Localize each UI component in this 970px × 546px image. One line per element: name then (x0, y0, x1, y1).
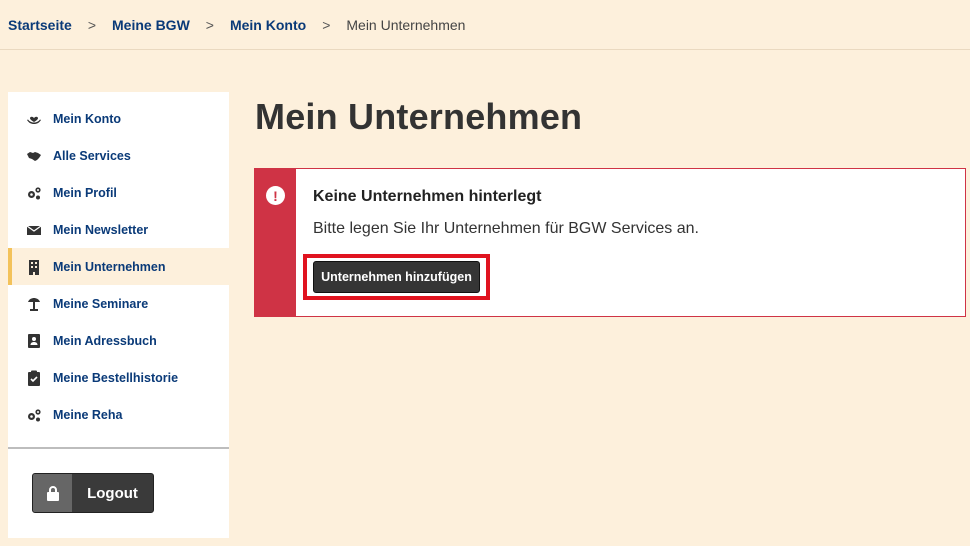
sidebar-item-label: Alle Services (53, 148, 131, 163)
breadcrumb-startseite[interactable]: Startseite (8, 17, 72, 33)
sidebar-item-mein-newsletter[interactable]: Mein Newsletter (8, 211, 229, 248)
add-company-button[interactable]: Unternehmen hinzufügen (313, 261, 480, 293)
breadcrumb-separator: > (205, 16, 214, 33)
breadcrumb-mein-konto[interactable]: Mein Konto (230, 17, 306, 33)
presentation-icon (25, 295, 43, 313)
envelope-icon (25, 221, 43, 239)
sidebar-item-mein-profil[interactable]: Mein Profil (8, 174, 229, 211)
sidebar-item-label: Mein Newsletter (53, 222, 149, 237)
sidebar-item-label: Mein Profil (53, 185, 117, 200)
sidebar-item-alle-services[interactable]: Alle Services (8, 137, 229, 174)
sidebar-item-mein-adressbuch[interactable]: Mein Adressbuch (8, 322, 229, 359)
logout-button[interactable]: Logout (32, 473, 154, 513)
breadcrumb-current: Mein Unternehmen (346, 16, 466, 33)
breadcrumb-separator: > (87, 16, 96, 33)
alert-body: Keine Unternehmen hinterlegt Bitte legen… (296, 169, 699, 316)
hand-heart-icon (25, 110, 43, 128)
sidebar-item-label: Mein Unternehmen (53, 259, 166, 274)
alert-text: Bitte legen Sie Ihr Unternehmen für BGW … (313, 220, 699, 237)
breadcrumb-separator: > (322, 16, 331, 33)
gears-icon (25, 406, 43, 424)
lock-icon (33, 474, 72, 512)
sidebar: Mein Konto Alle Services Mein Profil Mei… (8, 92, 229, 538)
sidebar-item-label: Mein Konto (53, 111, 122, 126)
address-book-icon (25, 332, 43, 350)
breadcrumb-meine-bgw[interactable]: Meine BGW (112, 17, 190, 33)
sidebar-divider (8, 447, 229, 449)
sidebar-item-mein-konto[interactable]: Mein Konto (8, 100, 229, 137)
gears-icon (25, 184, 43, 202)
clipboard-check-icon (25, 369, 43, 387)
sidebar-item-mein-unternehmen[interactable]: Mein Unternehmen (8, 248, 229, 285)
breadcrumb: Startseite > Meine BGW > Mein Konto > Me… (0, 0, 970, 50)
sidebar-item-label: Meine Reha (53, 407, 123, 422)
exclamation-icon: ! (266, 186, 285, 205)
alert-title: Keine Unternehmen hinterlegt (313, 188, 542, 205)
sidebar-nav: Mein Konto Alle Services Mein Profil Mei… (8, 92, 229, 433)
sidebar-item-meine-bestellhistorie[interactable]: Meine Bestellhistorie (8, 359, 229, 396)
sidebar-item-meine-seminare[interactable]: Meine Seminare (8, 285, 229, 322)
building-icon (25, 258, 43, 276)
sidebar-item-meine-reha[interactable]: Meine Reha (8, 396, 229, 433)
sidebar-item-label: Meine Seminare (53, 296, 149, 311)
page-title: Mein Unternehmen (255, 96, 583, 137)
logout-label: Logout (87, 484, 138, 502)
sidebar-item-label: Mein Adressbuch (53, 333, 157, 348)
highlight-outline: Unternehmen hinzufügen (303, 254, 490, 300)
sidebar-item-label: Meine Bestellhistorie (53, 370, 179, 385)
handshake-icon (25, 147, 43, 165)
error-alert: ! Keine Unternehmen hinterlegt Bitte leg… (254, 168, 966, 317)
alert-side-bar: ! (255, 169, 296, 316)
